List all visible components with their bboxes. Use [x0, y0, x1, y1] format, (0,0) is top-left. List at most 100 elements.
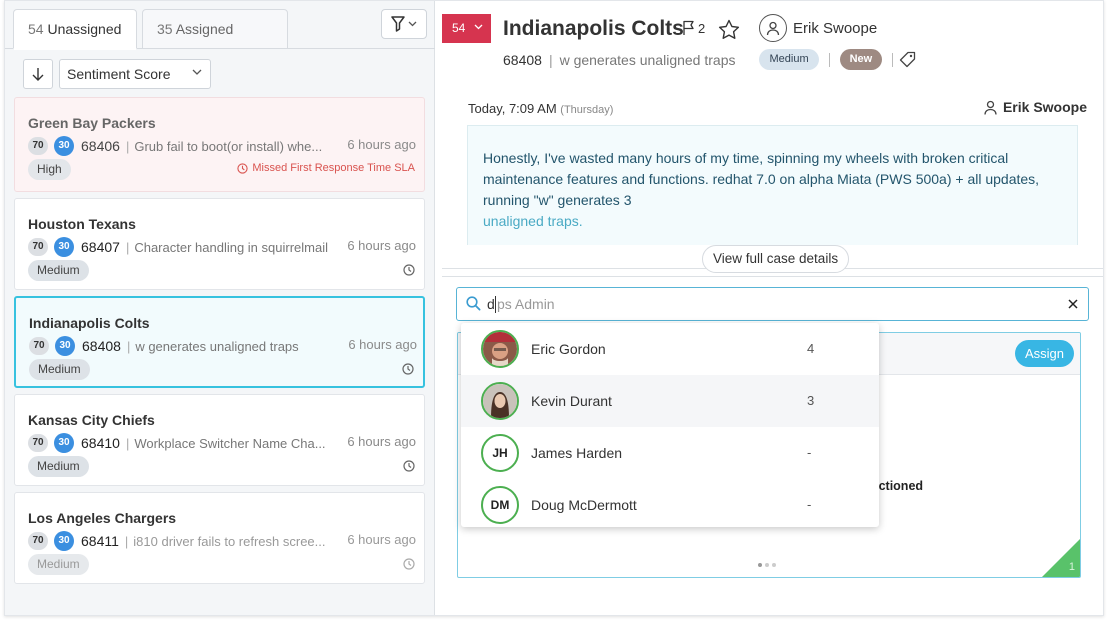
avatar: [481, 382, 519, 420]
assignee-option-name: James Harden: [531, 445, 623, 461]
assignee-name: Erik Swoope: [793, 19, 878, 37]
avatar: [481, 330, 519, 368]
text-caret: [495, 296, 496, 313]
star-icon[interactable]: [718, 19, 740, 40]
message-day: (Thursday): [560, 104, 614, 116]
case-time: 6 hours ago: [348, 337, 417, 352]
severity-badge[interactable]: Medium: [759, 49, 819, 70]
case-card-meta: 70 30 68408 | w generates unaligned trap…: [29, 336, 417, 356]
separator: |: [125, 435, 130, 451]
chevron-down-icon: [408, 21, 417, 27]
chevron-down-icon: [474, 24, 483, 30]
flag-button[interactable]: 2: [682, 20, 705, 36]
assignee-option-name: Doug McDermott: [531, 497, 637, 513]
case-card-title: Los Angeles Chargers: [28, 510, 177, 526]
case-card-meta: 70 30 68410 | Workplace Switcher Name Ch…: [28, 433, 416, 453]
count-pill: 30: [55, 336, 75, 356]
case-card-houston-texans[interactable]: Houston Texans 70 30 68407 | Character h…: [14, 198, 425, 290]
count-pill: 30: [54, 531, 74, 551]
case-detail-panel: 54 Indianapolis Colts 2 Erik Swoope 6840…: [442, 1, 1103, 273]
case-number: 68408: [82, 338, 121, 354]
assignee-option-count: 4: [807, 341, 815, 356]
case-time: 6 hours ago: [347, 532, 416, 547]
assignee-option-james-harden[interactable]: JH James Harden -: [461, 427, 879, 479]
assignee-option-eric-gordon[interactable]: Eric Gordon 4: [461, 323, 879, 375]
case-title: Indianapolis Colts: [503, 17, 684, 40]
case-subject: i810 driver fails to refresh scree...: [133, 533, 326, 549]
user-icon: [766, 21, 780, 35]
assignee-option-kevin-durant[interactable]: Kevin Durant 3: [461, 375, 879, 427]
sort-select[interactable]: Sentiment Score: [59, 59, 211, 89]
assignee-selector[interactable]: Erik Swoope: [759, 14, 877, 42]
message-author-name: Erik Swoope: [1002, 99, 1087, 115]
priority-score-button[interactable]: 54: [442, 14, 491, 43]
search-typed-text: d: [487, 296, 495, 312]
case-card-indianapolis-colts[interactable]: Indianapolis Colts 70 30 68408 | w gener…: [14, 296, 425, 388]
clock-icon: [402, 363, 414, 375]
priority-badge: Medium: [28, 456, 89, 477]
message-text: Honestly, I've wasted many hours of my t…: [483, 150, 1040, 208]
count-pill: 30: [54, 433, 74, 453]
assignee-option-name: Kevin Durant: [531, 393, 612, 409]
priority-badge: Medium: [28, 260, 89, 281]
pagination-dots[interactable]: [758, 563, 776, 567]
case-card-meta: 70 30 68411 | i810 driver fails to refre…: [28, 531, 416, 551]
separator: |: [125, 239, 130, 255]
priority-badge: High: [28, 159, 71, 180]
message-timestamp: Today, 7:09 AM (Thursday): [468, 101, 613, 116]
tab-assigned-today[interactable]: 35 Assigned Today: [142, 9, 288, 75]
separator: |: [548, 51, 553, 68]
assign-panel: d ps Admin Assign anctioned 1 Eric Gordo…: [442, 276, 1103, 615]
case-card-los-angeles-chargers[interactable]: Los Angeles Chargers 70 30 68411 | i810 …: [14, 492, 425, 584]
case-subject: Grub fail to boot(or install) whe...: [134, 138, 323, 154]
clock-icon: [403, 264, 415, 276]
view-full-case-button[interactable]: View full case details: [702, 245, 850, 273]
user-icon: [984, 100, 997, 115]
case-subheader: 68408 | w generates unaligned traps Medi…: [503, 49, 916, 70]
tab-label: Unassigned: [47, 21, 122, 37]
search-placeholder: ps Admin: [497, 296, 555, 312]
case-subject: Character handling in squirrelmail: [134, 239, 328, 255]
status-badge[interactable]: New: [839, 49, 883, 70]
tab-unassigned[interactable]: 54 Unassigned: [13, 9, 137, 49]
score-pill: 70: [28, 434, 48, 452]
score-pill: 70: [28, 238, 48, 256]
sort-direction-button[interactable]: [23, 59, 53, 89]
assignee-option-doug-mcdermott[interactable]: DM Doug McDermott -: [461, 479, 879, 527]
close-icon[interactable]: [1066, 297, 1080, 311]
tag-icon[interactable]: [899, 51, 916, 68]
assign-button[interactable]: Assign: [1014, 340, 1074, 367]
case-card-green-bay-packers[interactable]: Green Bay Packers 70 30 68406 | Grub fai…: [14, 97, 425, 192]
case-number: 68407: [81, 239, 120, 255]
case-number: 68406: [81, 138, 120, 154]
app-window: 54 Unassigned 35 Assigned Today Sentimen…: [4, 0, 1104, 616]
case-subject: Workplace Switcher Name Cha...: [134, 435, 326, 451]
assignee-option-count: -: [807, 497, 812, 512]
case-card-kansas-city-chiefs[interactable]: Kansas City Chiefs 70 30 68410 | Workpla…: [14, 394, 425, 486]
count-pill: 30: [54, 237, 74, 257]
message-text-continued: unaligned traps.: [483, 213, 583, 229]
sla-warning-text: Missed First Response Time SLA: [252, 162, 415, 174]
filter-button[interactable]: [381, 9, 427, 39]
assignee-option-count: 3: [807, 393, 815, 408]
case-card-title: Indianapolis Colts: [29, 315, 150, 331]
assignee-search-input[interactable]: d ps Admin: [456, 287, 1089, 321]
score-pill: 70: [29, 337, 49, 355]
case-subject: w generates unaligned traps: [559, 51, 736, 68]
sort-select-value: Sentiment Score: [67, 66, 171, 82]
message-author: Erik Swoope: [984, 99, 1087, 115]
filter-icon: [391, 16, 405, 32]
avatar: DM: [481, 486, 519, 524]
active-tab-gap: [14, 47, 136, 50]
sla-warning: Missed First Response Time SLA: [237, 162, 415, 174]
case-card-meta: 70 30 68407 | Character handling in squi…: [28, 237, 416, 257]
message-body: Honestly, I've wasted many hours of my t…: [467, 125, 1078, 245]
arrow-down-icon: [32, 68, 44, 81]
case-time: 6 hours ago: [347, 238, 416, 253]
priority-score: 54: [452, 21, 466, 35]
separator: |: [126, 338, 131, 354]
divider: [892, 52, 894, 67]
clock-icon: [403, 558, 415, 570]
separator: |: [125, 138, 130, 154]
case-time: 6 hours ago: [347, 137, 416, 152]
